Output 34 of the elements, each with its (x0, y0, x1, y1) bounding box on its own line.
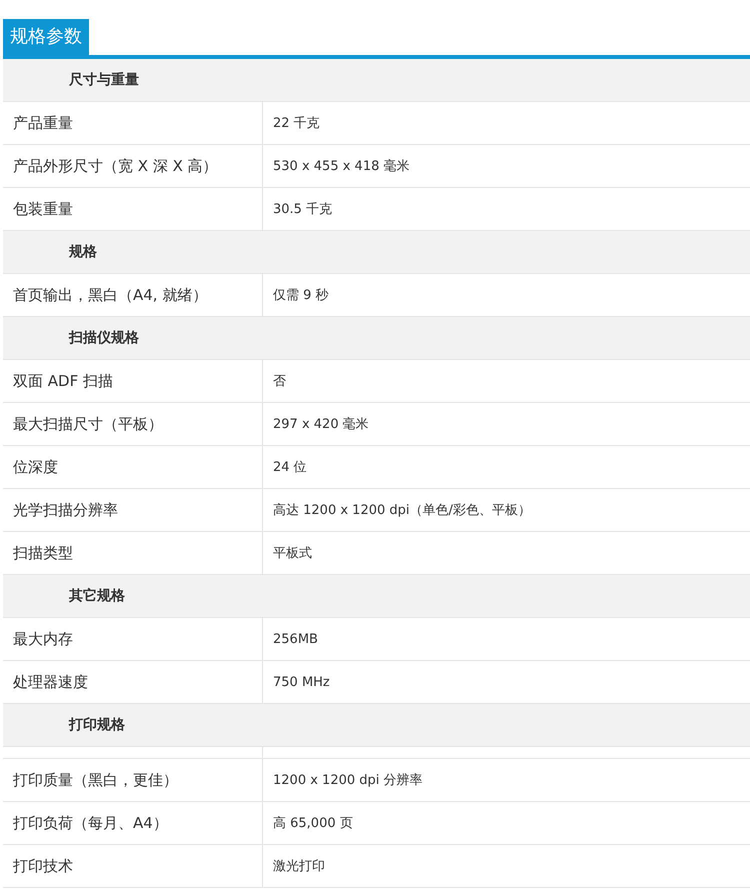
table-cell: 产品外形尺寸（宽 X 深 X 高） (3, 145, 263, 187)
table-cell: 位深度 (3, 446, 263, 488)
table-cell: 扫描类型 (3, 532, 263, 574)
table-cell: 双面 ADF 扫描 (3, 360, 263, 402)
table-cell: 包装重量 (3, 188, 263, 230)
table-cell-text: 高达 1200 x 1200 dpi（单色/彩色、平板） (272, 502, 532, 520)
table-cell-text: 平板式 (272, 545, 313, 563)
table-cell: 首页输出，黑白（A4, 就绪） (3, 274, 263, 316)
table-cell-text: 高 65,000 页 (272, 815, 354, 833)
table-cell-text: 激光打印 (272, 858, 326, 876)
section-title: 其它规格 (69, 587, 125, 605)
table-cell: 处理器速度 (3, 661, 263, 703)
table-cell: 打印技术 (3, 845, 263, 887)
section-title: 扫描仪规格 (69, 329, 139, 347)
table-cell-text: 1200 x 1200 dpi 分辨率 (272, 772, 424, 790)
table-cell-text: 22 千克 (272, 115, 321, 133)
table-cell: 打印负荷（每月、A4） (3, 802, 263, 844)
table-cell: 最大扫描尺寸（平板） (3, 403, 263, 445)
table-cell-text: 否 (272, 373, 287, 391)
table-cell: 光学扫描分辨率 (3, 489, 263, 531)
table-cell-text: 750 MHz (272, 674, 331, 692)
table-cell-text: 297 x 420 毫米 (272, 416, 370, 434)
tab[interactable]: 规格参数 (3, 19, 89, 55)
table-cell-text: 24 位 (272, 459, 308, 477)
table-cell-text: 256MB (272, 630, 319, 648)
section-title: 打印规格 (69, 716, 125, 734)
table-cell: 最大内存 (3, 618, 263, 660)
table-cell-text: 仅需 9 秒 (272, 287, 330, 305)
section-title: 规格 (69, 243, 97, 261)
table-cell-text: 30.5 千克 (272, 201, 334, 219)
section-title: 尺寸与重量 (69, 71, 139, 89)
table-cell-text: 530 x 455 x 418 毫米 (272, 158, 410, 176)
table-cell: 打印质量（黑白，更佳） (3, 759, 263, 801)
table-cell: 产品重量 (3, 102, 263, 144)
